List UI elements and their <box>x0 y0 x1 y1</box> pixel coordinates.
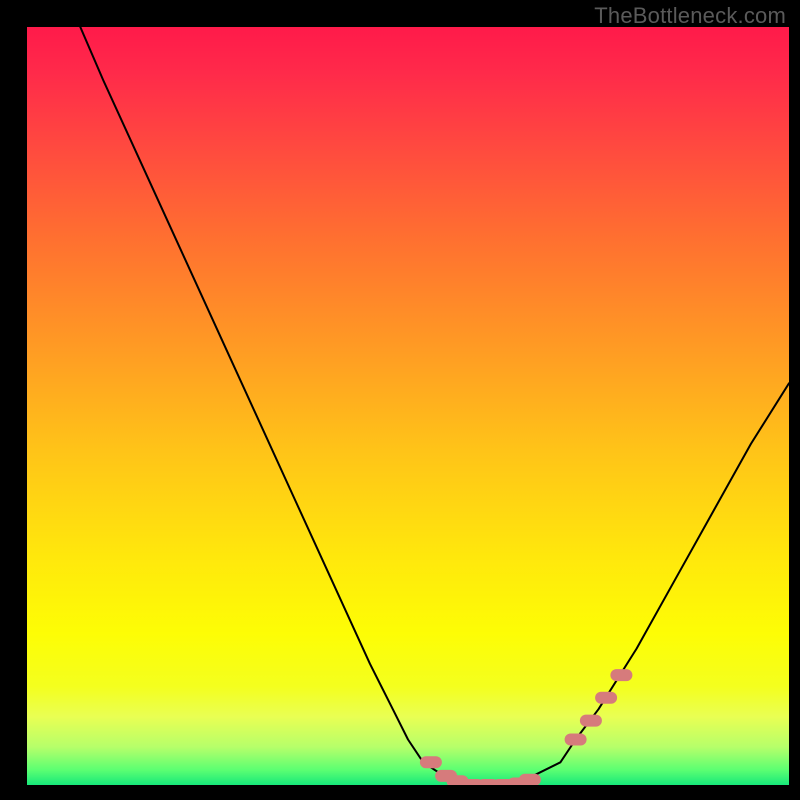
chart-frame: TheBottleneck.com <box>0 0 800 800</box>
curve-marker <box>420 756 442 768</box>
bottleneck-curve-path <box>80 27 789 785</box>
curve-markers <box>420 669 633 785</box>
curve-marker <box>519 774 541 785</box>
plot-area <box>27 27 789 785</box>
curve-svg <box>27 27 789 785</box>
curve-marker <box>565 734 587 746</box>
curve-marker <box>595 692 617 704</box>
watermark-text: TheBottleneck.com <box>594 3 786 29</box>
curve-marker <box>610 669 632 681</box>
curve-marker <box>580 715 602 727</box>
